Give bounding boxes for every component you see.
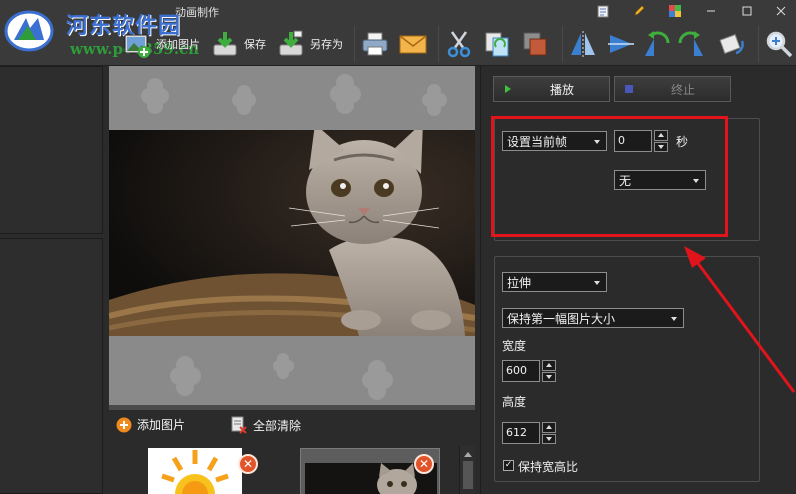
keep-ratio-checkbox[interactable]: ✓	[503, 460, 514, 471]
rotate-icon	[719, 34, 744, 55]
decrement-arrow-icon[interactable]	[542, 371, 556, 382]
sun-clipart	[161, 450, 229, 494]
increment-arrow-icon[interactable]	[542, 360, 556, 371]
stop-icon	[625, 85, 633, 93]
add-image-link-button[interactable]: 添加图片	[116, 416, 185, 433]
pencil-icon[interactable]	[628, 2, 650, 20]
close-icon: ✕	[242, 457, 254, 471]
rotate-button[interactable]	[716, 26, 746, 62]
resize-mode-select[interactable]: 拉伸	[502, 272, 607, 292]
stop-button[interactable]: 终止	[614, 76, 731, 102]
remove-thumbnail-button[interactable]: ✕	[414, 454, 434, 474]
crop-button[interactable]	[520, 26, 550, 62]
remove-thumbnail-button[interactable]: ✕	[238, 454, 258, 474]
crop-icon	[523, 32, 547, 56]
zoom-in-icon	[766, 31, 793, 58]
file-icon[interactable]	[592, 2, 614, 20]
increment-arrow-icon[interactable]	[542, 422, 556, 433]
toolbar-divider	[562, 26, 563, 62]
toolbar-divider	[758, 26, 759, 62]
width-input[interactable]: 600	[502, 360, 540, 382]
save-icon	[213, 32, 237, 56]
palette-icon[interactable]	[664, 2, 686, 20]
sidebar-pane-bottom	[0, 238, 103, 494]
add-image-link-label: 添加图片	[137, 418, 186, 432]
save-button[interactable]: 保存	[210, 26, 266, 62]
copy-button[interactable]	[482, 26, 512, 62]
minimize-button[interactable]	[700, 2, 722, 20]
clear-all-button[interactable]: 全部清除	[230, 416, 301, 434]
scroll-thumb[interactable]	[462, 461, 473, 489]
resize-mode-value: 拉伸	[507, 275, 532, 290]
mail-icon	[399, 35, 427, 54]
zoom-in-button[interactable]	[764, 26, 794, 62]
toolbar: 动画制作 河东软件园 www.pc0359.cn 添加图	[0, 0, 796, 66]
left-sidebar	[0, 66, 104, 494]
thumbnail-scrollbar[interactable]	[459, 446, 475, 494]
save-label: 保存	[244, 38, 266, 51]
close-icon: ✕	[418, 457, 430, 471]
rotate-right-button[interactable]	[676, 26, 706, 62]
preview-canvas	[109, 66, 475, 409]
clear-all-label: 全部清除	[253, 418, 302, 433]
flip-horizontal-button[interactable]	[568, 26, 598, 62]
height-input[interactable]: 612	[502, 422, 540, 444]
size-source-select[interactable]: 保持第一幅图片大小	[502, 308, 684, 328]
flip-vertical-icon	[608, 35, 634, 53]
kitten-photo	[109, 130, 475, 336]
add-image-button[interactable]: 添加图片	[122, 26, 200, 62]
toolbar-divider	[354, 26, 355, 62]
pattern-band-bottom	[109, 336, 475, 409]
cut-button[interactable]	[444, 26, 474, 62]
add-image-label: 添加图片	[156, 38, 200, 51]
play-button[interactable]: 播放	[493, 76, 610, 102]
save-as-button[interactable]: 另存为	[276, 26, 343, 62]
add-circle-icon	[116, 417, 132, 432]
close-button[interactable]	[770, 2, 792, 20]
mail-button[interactable]	[398, 26, 428, 62]
thumbnail-sun[interactable]	[148, 448, 242, 494]
decrement-arrow-icon[interactable]	[542, 433, 556, 444]
width-stepper[interactable]: 600	[502, 360, 556, 382]
play-icon	[505, 85, 511, 93]
red-arrow-annotation	[684, 246, 796, 393]
pattern-band-top	[109, 66, 475, 130]
toolbar-divider	[438, 26, 439, 62]
height-label: 高度	[502, 395, 527, 409]
size-source-value: 保持第一幅图片大小	[507, 311, 616, 326]
print-icon	[362, 32, 388, 56]
save-as-label: 另存为	[310, 38, 343, 51]
flip-horizontal-icon	[571, 31, 595, 57]
scroll-up-arrow-icon[interactable]	[463, 452, 472, 457]
clear-document-icon	[231, 416, 247, 434]
chevron-down-icon	[594, 281, 600, 285]
sidebar-pane-top	[0, 66, 103, 234]
height-stepper[interactable]: 612	[502, 422, 556, 444]
cut-icon	[447, 31, 471, 58]
rotate-right-icon	[678, 31, 703, 56]
add-image-icon	[124, 34, 150, 58]
thumbnail-strip: 添加图片 全部清除 ✕ ✕	[104, 410, 476, 494]
chevron-down-icon	[671, 317, 677, 321]
rotate-left-icon	[645, 31, 670, 56]
width-label: 宽度	[502, 339, 527, 353]
maximize-button[interactable]	[736, 2, 758, 20]
play-label: 播放	[550, 82, 575, 97]
print-button[interactable]	[360, 26, 390, 62]
red-highlight-box	[491, 116, 728, 237]
save-as-icon	[279, 30, 303, 56]
stop-label: 终止	[671, 82, 696, 97]
logo-icon	[4, 10, 54, 52]
copy-icon	[485, 32, 509, 57]
rotate-left-button[interactable]	[642, 26, 672, 62]
keep-ratio-label: 保持宽高比	[518, 460, 579, 474]
flip-vertical-button[interactable]	[606, 26, 636, 62]
